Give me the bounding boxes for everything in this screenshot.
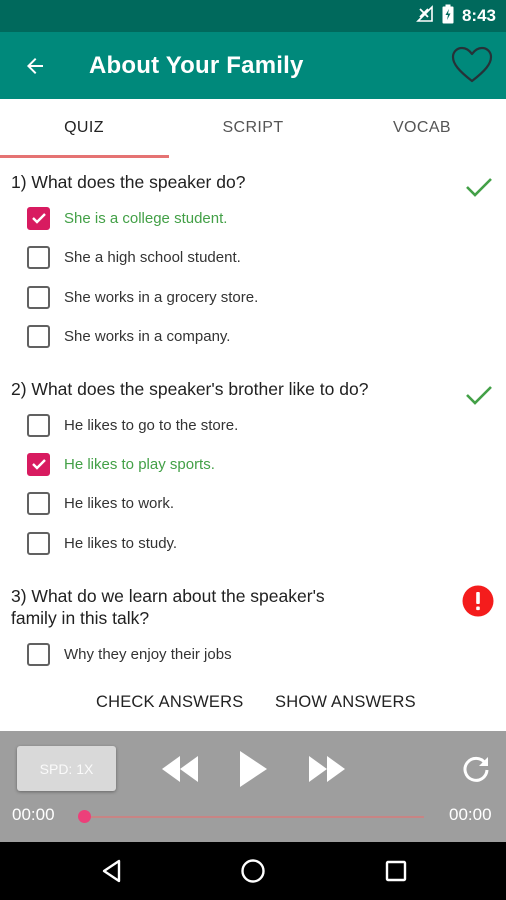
option-label: He likes to play sports. (64, 455, 215, 473)
app-bar: About Your Family (0, 32, 506, 99)
clock: 8:43 (461, 6, 496, 25)
show-answers-button[interactable]: SHOW ANSWERS (275, 683, 416, 721)
seek-bar[interactable] (84, 816, 424, 818)
question-3-line-1: 3) What do we learn about the speaker's (11, 586, 325, 606)
nav-home-button[interactable] (223, 842, 283, 900)
question-3-text: 3) What do we learn about the speaker's … (11, 585, 325, 629)
signal-off-icon (416, 4, 434, 28)
rewind-button[interactable] (157, 749, 203, 789)
nav-recents-button[interactable] (366, 842, 426, 900)
question-2-option-2[interactable]: He likes to play sports. (27, 449, 215, 479)
checkbox[interactable] (27, 642, 50, 666)
checkbox[interactable] (27, 324, 50, 348)
quiz-actions: CHECK ANSWERS SHOW ANSWERS (0, 683, 506, 721)
checkbox[interactable] (27, 531, 50, 555)
question-1-option-1[interactable]: She is a college student. (27, 203, 227, 233)
checkbox[interactable] (27, 491, 50, 515)
refresh-icon (463, 756, 489, 782)
tab-script[interactable]: SCRIPT (169, 99, 337, 157)
option-label: He likes to study. (64, 534, 178, 552)
question-1-option-3[interactable]: She works in a grocery store. (27, 282, 258, 312)
correct-check-icon (462, 378, 496, 412)
checkbox[interactable] (27, 285, 50, 309)
rewind-icon (162, 756, 198, 782)
square-recents-icon (385, 860, 407, 882)
navigation-bar (0, 842, 506, 900)
question-2-text: 2) What does the speaker's brother like … (11, 379, 369, 399)
question-3-line-2: family in this talk? (11, 608, 150, 628)
heart-outline-icon (451, 46, 493, 83)
option-label: She is a college student. (64, 209, 228, 227)
arrow-back-icon (27, 58, 43, 74)
checkbox[interactable] (27, 413, 50, 437)
question-1-option-2[interactable]: She a high school student. (27, 242, 241, 272)
status-bar: 8:43 (0, 0, 506, 32)
option-label: She works in a grocery store. (64, 288, 259, 306)
audio-player: SPD: 1X 00:00 00:00 (0, 731, 506, 842)
error-alert-icon (461, 584, 495, 618)
play-icon (240, 751, 267, 787)
battery-charging-icon (442, 4, 454, 29)
option-label: She works in a company. (64, 327, 231, 345)
page-title: About Your Family (89, 52, 304, 79)
favorite-button[interactable] (450, 43, 494, 87)
question-2-option-1[interactable]: He likes to go to the store. (27, 410, 238, 440)
play-button[interactable] (230, 745, 276, 793)
question-1-text: 1) What does the speaker do? (11, 172, 246, 192)
circle-home-icon (241, 859, 265, 883)
question-3-option-1[interactable]: Why they enjoy their jobs (27, 639, 232, 669)
current-time: 00:00 (12, 805, 55, 824)
question-1-option-4[interactable]: She works in a company. (27, 321, 230, 351)
checkbox-checked[interactable] (27, 206, 50, 230)
seek-thumb[interactable] (77, 810, 91, 823)
question-2-option-3[interactable]: He likes to work. (27, 488, 174, 518)
tab-indicator (0, 155, 169, 158)
option-label: She a high school student. (64, 248, 241, 266)
nav-back-button[interactable] (82, 842, 142, 900)
total-time: 00:00 (449, 805, 492, 824)
question-2-option-4[interactable]: He likes to study. (27, 528, 177, 558)
checkbox-checked[interactable] (27, 452, 50, 476)
option-label: He likes to go to the store. (64, 416, 239, 434)
triangle-back-icon (102, 859, 121, 883)
tab-bar: QUIZ SCRIPT VOCAB (0, 99, 506, 157)
check-answers-button[interactable]: CHECK ANSWERS (96, 683, 243, 721)
fast-forward-button[interactable] (304, 749, 350, 789)
option-label: He likes to work. (64, 494, 175, 512)
tab-vocab[interactable]: VOCAB (338, 99, 506, 157)
speed-button[interactable]: SPD: 1X (17, 746, 116, 791)
tab-quiz[interactable]: QUIZ (0, 99, 168, 157)
option-label: Why they enjoy their jobs (64, 645, 232, 663)
replay-button[interactable] (456, 749, 496, 789)
checkbox[interactable] (27, 245, 50, 269)
correct-check-icon (462, 170, 496, 204)
app-screen: 8:43 About Your Family QUIZ SCRIPT VOCAB… (0, 0, 506, 900)
fast-forward-icon (309, 756, 345, 782)
back-button[interactable] (18, 49, 52, 83)
